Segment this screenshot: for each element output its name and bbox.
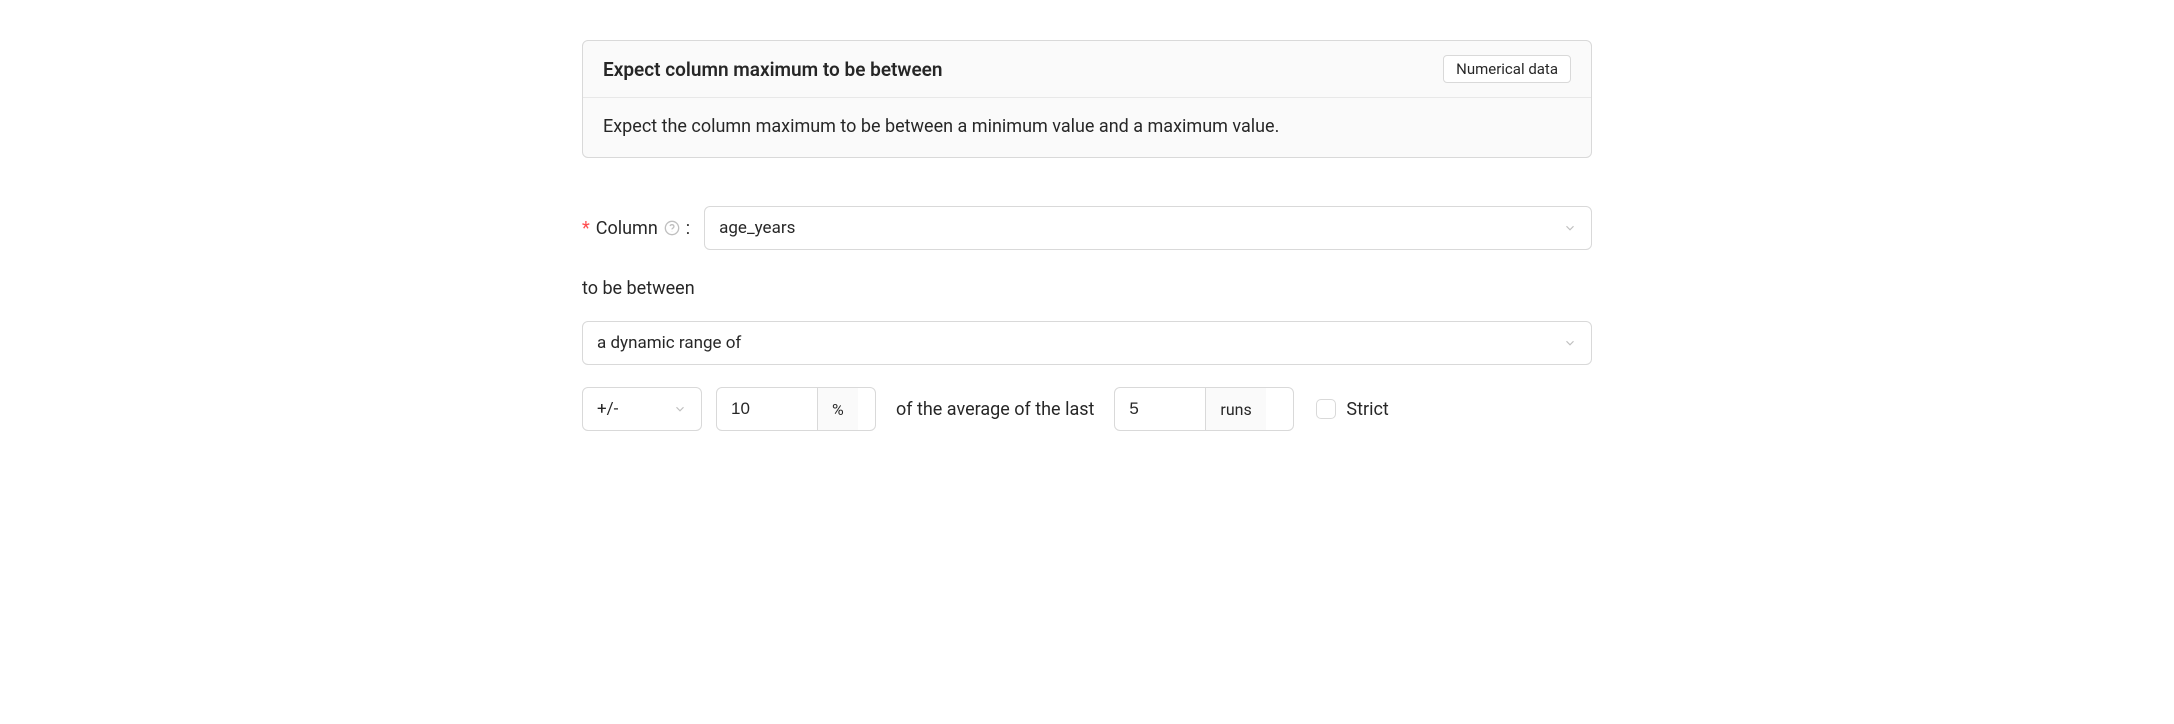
required-asterisk: * [582,218,590,239]
chevron-down-icon [673,402,687,416]
chevron-down-icon [1563,221,1577,235]
range-type-select[interactable]: a dynamic range of [582,321,1592,365]
expectation-card: Expect column maximum to be between Nume… [582,40,1592,158]
column-row: * Column : age_years [582,206,1592,250]
strict-checkbox[interactable] [1316,399,1336,419]
to-be-between-text: to be between [582,278,1592,299]
runs-input[interactable] [1115,388,1205,430]
column-select-value: age_years [719,218,795,238]
direction-select[interactable]: +/- [582,387,702,431]
help-icon[interactable] [664,220,680,236]
range-type-value: a dynamic range of [597,333,741,353]
column-label: Column [596,218,658,239]
card-header: Expect column maximum to be between Nume… [583,41,1591,98]
avg-text: of the average of the last [896,399,1094,420]
percent-input[interactable] [717,388,817,430]
runs-suffix: runs [1205,388,1265,430]
runs-input-group: runs [1114,387,1294,431]
percent-suffix: % [817,388,858,430]
strict-checkbox-group: Strict [1316,399,1388,420]
form-container: Expect column maximum to be between Nume… [582,40,1592,431]
strict-label: Strict [1346,399,1388,420]
percent-input-group: % [716,387,876,431]
data-type-badge: Numerical data [1443,55,1571,83]
card-title: Expect column maximum to be between [603,58,943,81]
direction-value: +/- [597,399,618,419]
label-colon: : [686,218,690,239]
card-description: Expect the column maximum to be between … [583,98,1591,157]
column-label-group: * Column : [582,218,690,239]
chevron-down-icon [1563,336,1577,350]
dynamic-params-row: +/- % of the average of the last runs St… [582,387,1592,431]
column-select[interactable]: age_years [704,206,1592,250]
